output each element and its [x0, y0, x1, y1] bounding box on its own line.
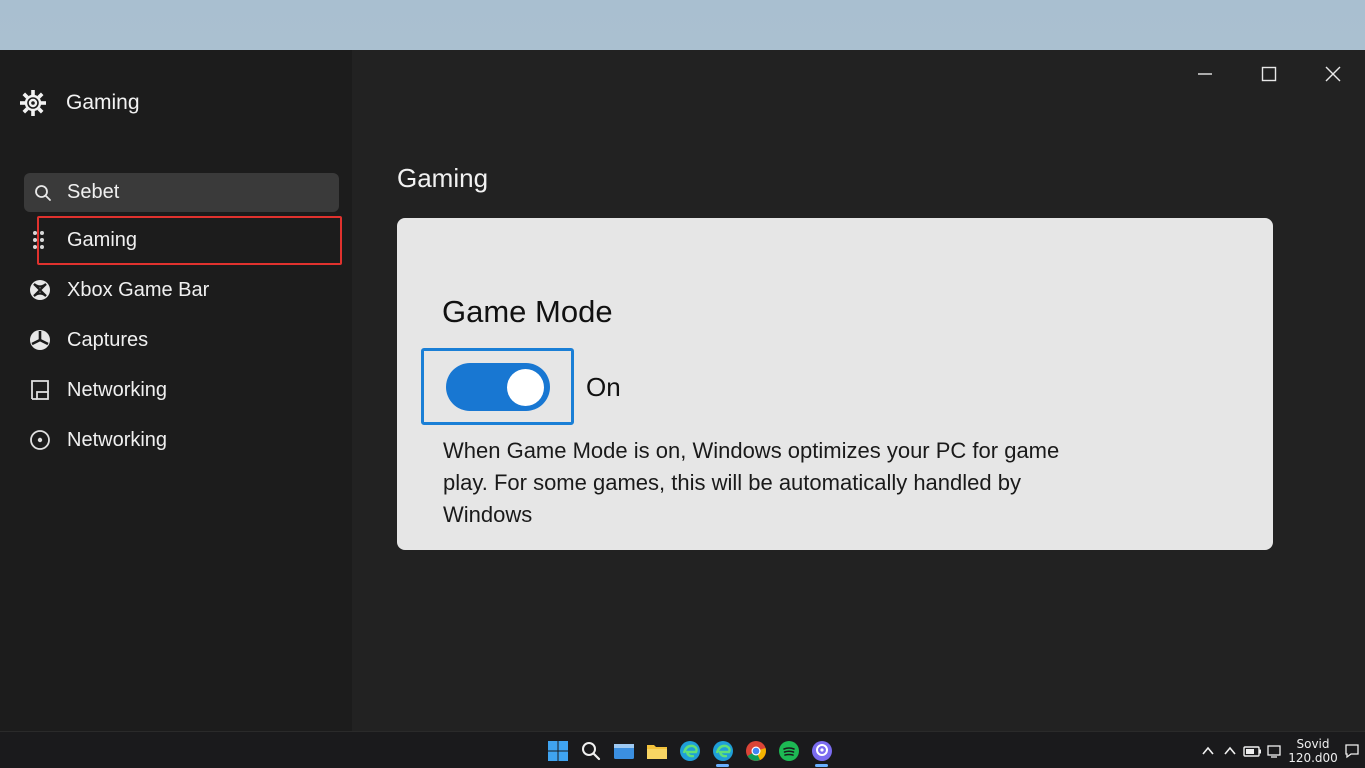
game-mode-title: Game Mode	[442, 294, 613, 329]
edge-icon-active[interactable]	[706, 732, 739, 768]
sidebar-nav: Gaming Xbox Game Bar Captures Networking…	[0, 215, 352, 465]
chrome-icon[interactable]	[739, 732, 772, 768]
xbox-icon	[28, 278, 52, 302]
notification-icon[interactable]	[1341, 743, 1363, 759]
sidebar-item-label: Captures	[67, 328, 149, 351]
search-icon[interactable]	[574, 732, 607, 768]
game-mode-toggle[interactable]	[445, 362, 550, 411]
sidebar-item-label: Networking	[67, 378, 168, 401]
app-header: Gaming	[18, 88, 140, 118]
chevron-up-icon[interactable]	[1197, 732, 1219, 768]
taskbar-apps	[541, 732, 838, 768]
network-icon[interactable]	[1263, 732, 1285, 768]
folder-icon[interactable]	[640, 732, 673, 768]
taskbar: Sovid 120.d00	[0, 731, 1365, 768]
captures-icon	[28, 328, 52, 352]
file-explorer-icon[interactable]	[607, 732, 640, 768]
clock-line-2: 120.d00	[1288, 750, 1338, 765]
networking-icon	[28, 378, 52, 402]
search-box[interactable]	[24, 173, 339, 212]
chevron-up-icon-2[interactable]	[1219, 732, 1241, 768]
app-title: Gaming	[66, 91, 140, 114]
search-input[interactable]	[67, 181, 317, 204]
sidebar-item-networking-2[interactable]: Networking	[0, 415, 352, 465]
sidebar-item-gaming[interactable]: Gaming	[0, 215, 352, 265]
sidebar: Gaming Sebet Gaming Xbox Game Bar Captur…	[0, 50, 352, 731]
windows-start-icon[interactable]	[541, 732, 574, 768]
minimize-button[interactable]	[1173, 50, 1237, 98]
toggle-state-label: On	[586, 372, 621, 402]
selection-highlight	[37, 216, 342, 265]
minimize-icon	[1198, 73, 1212, 75]
close-button[interactable]	[1301, 50, 1365, 98]
window-controls	[1173, 50, 1365, 98]
game-mode-card: Game Mode On When Game Mode is on, Windo…	[397, 218, 1273, 550]
maximize-icon	[1261, 66, 1277, 82]
sidebar-item-label: Networking	[67, 428, 168, 451]
page-title: Gaming	[397, 163, 489, 193]
maximize-button[interactable]	[1237, 50, 1301, 98]
clock-circle-icon	[28, 428, 52, 452]
search-icon	[34, 184, 52, 202]
edge-icon[interactable]	[673, 732, 706, 768]
gear-icon	[18, 88, 48, 118]
clock-line-1: Sovid	[1296, 736, 1330, 751]
sidebar-item-networking[interactable]: Networking	[0, 365, 352, 415]
system-tray: Sovid 120.d00	[1197, 732, 1365, 768]
battery-icon[interactable]	[1241, 732, 1263, 768]
taskbar-clock[interactable]: Sovid 120.d00	[1285, 737, 1341, 765]
app-icon[interactable]	[805, 732, 838, 768]
close-icon	[1325, 66, 1341, 82]
game-mode-description: When Game Mode is on, Windows optimizes …	[443, 438, 1060, 527]
settings-window: Gaming Sebet Gaming Xbox Game Bar Captur…	[0, 50, 1365, 731]
sidebar-item-label: Xbox Game Bar	[67, 278, 210, 301]
toggle-knob	[506, 368, 544, 406]
toggle-focus-frame	[421, 348, 574, 425]
spotify-icon[interactable]	[772, 732, 805, 768]
sidebar-item-captures[interactable]: Captures	[0, 315, 352, 365]
sidebar-item-xbox-game-bar[interactable]: Xbox Game Bar	[0, 265, 352, 315]
